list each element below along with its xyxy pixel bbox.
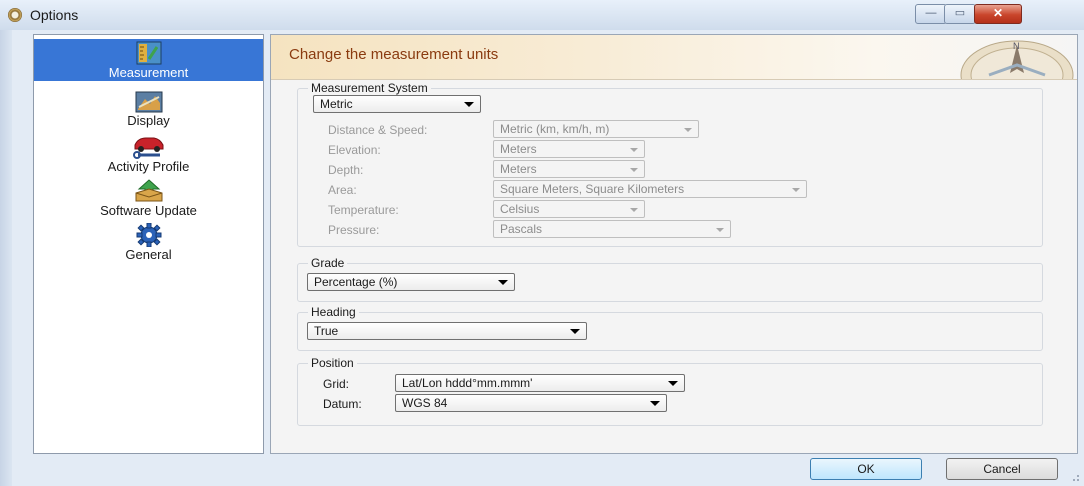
- temperature-label: Temperature:: [328, 203, 399, 217]
- cancel-button[interactable]: Cancel: [946, 458, 1058, 480]
- nav-label: Display: [127, 113, 170, 128]
- display-map-icon: [135, 91, 162, 113]
- chevron-down-icon: [684, 128, 692, 132]
- window-title: Options: [30, 7, 79, 23]
- chevron-down-icon: [668, 381, 678, 386]
- car-wrench-icon: [132, 137, 163, 159]
- nav-label: Software Update: [100, 203, 197, 218]
- grade-value: Percentage (%): [314, 275, 398, 289]
- pressure-label: Pressure:: [328, 223, 380, 237]
- area-label: Area:: [328, 183, 357, 197]
- chevron-down-icon: [716, 228, 724, 232]
- maximize-icon: ▭: [954, 7, 966, 19]
- nav-item-software-update[interactable]: Software Update: [34, 179, 263, 218]
- chevron-down-icon: [792, 188, 800, 192]
- nav-label: General: [125, 247, 172, 262]
- minimize-icon: —: [925, 7, 937, 19]
- category-list: Measurement Display Activity Profile Sof…: [33, 34, 264, 454]
- chevron-down-icon: [498, 280, 508, 285]
- heading-select[interactable]: True: [307, 322, 587, 340]
- app-icon: [8, 8, 22, 22]
- chevron-down-icon: [630, 168, 638, 172]
- settings-panel: Change the measurement units N Measureme…: [270, 34, 1078, 454]
- elevation-value: Meters: [500, 142, 537, 156]
- area-select: Square Meters, Square Kilometers: [493, 180, 807, 198]
- page-title: Change the measurement units: [289, 46, 499, 63]
- chevron-down-icon: [650, 401, 660, 406]
- nav-item-display[interactable]: Display: [34, 91, 263, 128]
- temperature-select: Celsius: [493, 200, 645, 218]
- grade-select[interactable]: Percentage (%): [307, 273, 515, 291]
- chevron-down-icon: [570, 329, 580, 334]
- pressure-value: Pascals: [500, 222, 543, 236]
- close-icon: ✕: [992, 6, 1004, 20]
- panel-header: Change the measurement units N: [271, 35, 1077, 80]
- ruler-map-icon: [136, 41, 161, 65]
- depth-value: Meters: [500, 162, 537, 176]
- nav-item-measurement[interactable]: Measurement: [34, 39, 263, 81]
- pressure-select: Pascals: [493, 220, 731, 238]
- distance-speed-select: Metric (km, km/h, m): [493, 120, 699, 138]
- grade-legend: Grade: [311, 256, 345, 270]
- ok-button[interactable]: OK: [810, 458, 922, 480]
- distance-speed-value: Metric (km, km/h, m): [500, 122, 610, 136]
- resize-grip-icon[interactable]: [1070, 472, 1080, 482]
- chevron-down-icon: [630, 148, 638, 152]
- temperature-value: Celsius: [500, 202, 540, 216]
- minimize-button[interactable]: —: [915, 4, 947, 24]
- grid-select[interactable]: Lat/Lon hddd°mm.mmm': [395, 374, 685, 392]
- compass-north-label: N: [1013, 41, 1020, 51]
- datum-label: Datum:: [323, 397, 362, 411]
- depth-label: Depth:: [328, 163, 364, 177]
- nav-label: Measurement: [108, 65, 189, 80]
- elevation-label: Elevation:: [328, 143, 381, 157]
- title-bar: Options — ▭ ✕: [0, 0, 1084, 31]
- close-button[interactable]: ✕: [974, 4, 1022, 24]
- grid-label: Grid:: [323, 377, 350, 391]
- nav-item-general[interactable]: General: [34, 223, 263, 262]
- depth-select: Meters: [493, 160, 645, 178]
- window-border: [0, 30, 12, 486]
- measurement-system-select[interactable]: Metric: [313, 95, 481, 113]
- chevron-down-icon: [464, 102, 474, 107]
- nav-item-activity-profile[interactable]: Activity Profile: [34, 135, 263, 174]
- measurement-system-value: Metric: [320, 97, 353, 111]
- compass-icon: N: [960, 40, 1074, 79]
- position-legend: Position: [311, 356, 354, 370]
- gear-icon: [136, 223, 161, 247]
- chevron-down-icon: [630, 208, 638, 212]
- measurement-system-legend: Measurement System: [311, 81, 428, 95]
- software-update-icon: [135, 179, 162, 202]
- area-value: Square Meters, Square Kilometers: [500, 182, 685, 196]
- heading-legend: Heading: [311, 305, 356, 319]
- datum-select[interactable]: WGS 84: [395, 394, 667, 412]
- grid-value: Lat/Lon hddd°mm.mmm': [402, 376, 533, 390]
- maximize-button[interactable]: ▭: [944, 4, 976, 24]
- datum-value: WGS 84: [402, 396, 448, 410]
- heading-value: True: [314, 324, 339, 338]
- distance-speed-label: Distance & Speed:: [328, 123, 428, 137]
- nav-label: Activity Profile: [107, 159, 190, 174]
- elevation-select: Meters: [493, 140, 645, 158]
